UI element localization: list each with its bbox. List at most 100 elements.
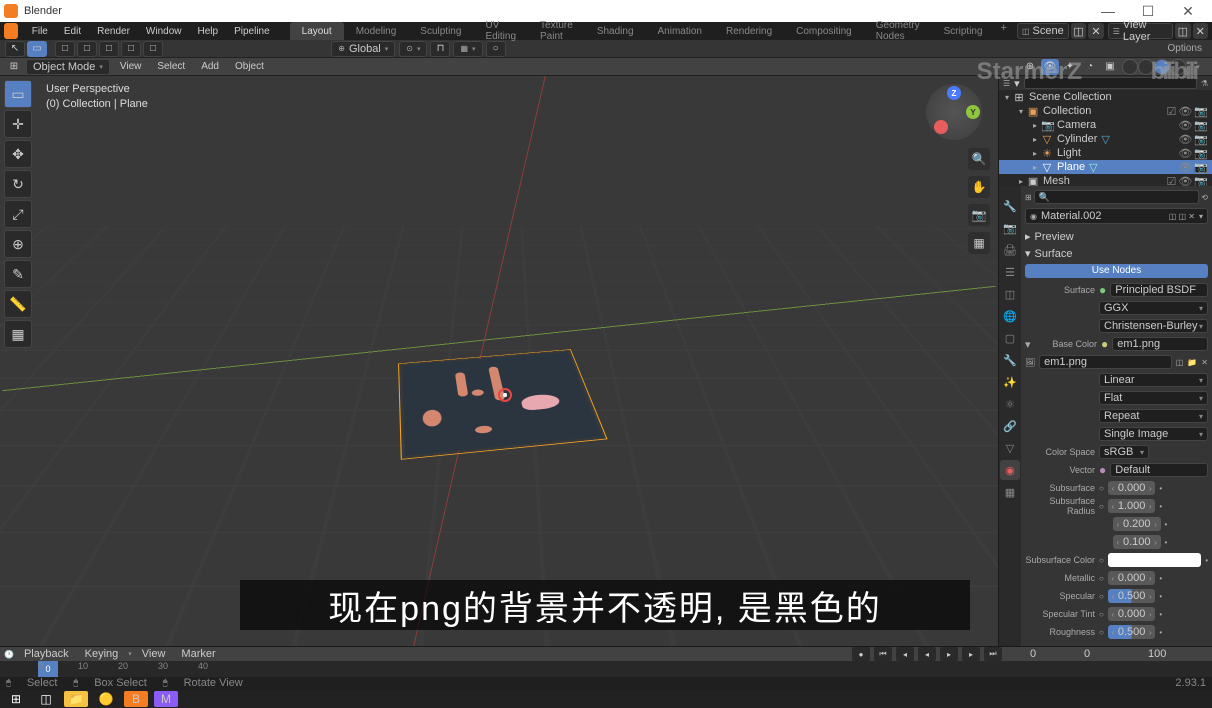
ssc-color[interactable]: [1108, 553, 1201, 567]
transform-orientation[interactable]: ⊕ Global ▾: [331, 41, 395, 57]
tab-animation[interactable]: Animation: [646, 22, 714, 40]
snap-btn-4[interactable]: □: [121, 41, 141, 57]
gizmo-x-axis[interactable]: [934, 120, 948, 134]
tab-modeling[interactable]: Modeling: [344, 22, 409, 40]
prop-tab-data[interactable]: ▽: [1000, 438, 1020, 458]
tool-rotate[interactable]: ↻: [4, 170, 32, 198]
eye-icon[interactable]: 👁: [1178, 119, 1192, 132]
taskview-button[interactable]: ◫: [34, 691, 58, 707]
explorer-icon[interactable]: 📁: [64, 691, 88, 707]
tool-move[interactable]: ✥: [4, 140, 32, 168]
jump-start-button[interactable]: ⏮: [874, 647, 892, 661]
surface-value[interactable]: Principled BSDF: [1110, 283, 1208, 297]
visibility-dropdown[interactable]: 👁: [1041, 59, 1059, 75]
tab-add-button[interactable]: +: [995, 22, 1013, 40]
tool-measure[interactable]: 📏: [4, 290, 32, 318]
menu-select[interactable]: Select: [149, 61, 193, 72]
socket-dot[interactable]: ○: [1099, 556, 1104, 565]
select-tool-icon[interactable]: ▭: [27, 41, 47, 57]
vector-value[interactable]: Default: [1110, 463, 1208, 477]
projection-field[interactable]: Flat: [1099, 391, 1208, 405]
editor-type-icon[interactable]: ⊞: [1025, 193, 1032, 202]
outliner-editor-icon[interactable]: ☰: [1003, 79, 1010, 88]
eye-icon[interactable]: 👁: [1178, 147, 1192, 160]
snap-toggle[interactable]: ⊓: [430, 41, 450, 57]
metallic-value[interactable]: ‹0.000›: [1108, 571, 1156, 585]
navigation-gizmo[interactable]: Z Y: [926, 84, 982, 140]
new-image-icon[interactable]: ◫: [1176, 358, 1184, 367]
socket-dot[interactable]: ○: [1099, 484, 1104, 493]
menu-render[interactable]: Render: [89, 26, 138, 37]
jump-prev-button[interactable]: ◂: [896, 647, 914, 661]
subsurface-value[interactable]: ‹0.000›: [1108, 481, 1156, 495]
tool-select-box[interactable]: ▭: [4, 80, 32, 108]
outliner-item-camera[interactable]: ▸📷 Camera 👁📷: [999, 118, 1212, 132]
menu-object[interactable]: Object: [227, 61, 272, 72]
node-socket-icon[interactable]: ●: [1099, 283, 1106, 297]
gizmo-z-axis[interactable]: Z: [947, 86, 961, 100]
snap-btn-2[interactable]: □: [77, 41, 97, 57]
unlink-icon[interactable]: ✕: [1201, 358, 1208, 367]
options-label[interactable]: Options: [1168, 43, 1202, 54]
viewlayer-new-button[interactable]: ◫: [1175, 23, 1190, 39]
filter-icon[interactable]: ⚗: [1201, 79, 1208, 88]
tool-add[interactable]: ▦: [4, 320, 32, 348]
zoom-icon[interactable]: 🔍: [968, 148, 990, 170]
play-reverse-button[interactable]: ◂: [918, 647, 936, 661]
eye-icon[interactable]: ☑: [1166, 105, 1176, 118]
render-icon[interactable]: 📷: [1194, 119, 1208, 132]
pin-icon[interactable]: ⟲: [1201, 193, 1208, 202]
shading-dropdown[interactable]: ▾: [1189, 59, 1207, 75]
open-image-icon[interactable]: 📁: [1187, 358, 1197, 367]
tab-layout[interactable]: Layout: [290, 22, 344, 40]
render-icon[interactable]: 📷: [1194, 147, 1208, 160]
pan-icon[interactable]: ✋: [968, 176, 990, 198]
jump-end-button[interactable]: ⏭: [984, 647, 1002, 661]
snap-btn-5[interactable]: □: [143, 41, 163, 57]
prop-tab-modifier[interactable]: 🔧: [1000, 350, 1020, 370]
autokey-button[interactable]: ●: [852, 647, 870, 661]
tool-annotate[interactable]: ✎: [4, 260, 32, 288]
prop-tab-tool[interactable]: 🔧: [1000, 196, 1020, 216]
viewlayer-selector[interactable]: ☰ View Layer: [1108, 23, 1173, 39]
ssr-value-0[interactable]: ‹1.000›: [1108, 499, 1156, 513]
prop-tab-output[interactable]: 🖨: [1000, 240, 1020, 260]
vis-icon[interactable]: ☑: [1166, 175, 1176, 187]
snap-settings[interactable]: ▦ ▾: [453, 41, 482, 57]
snap-btn-1[interactable]: □: [55, 41, 75, 57]
material-shading[interactable]: [1154, 59, 1170, 75]
timeline-menu-view[interactable]: View: [136, 648, 172, 660]
solid-shading[interactable]: [1138, 59, 1154, 75]
tool-scale[interactable]: ⤢: [4, 200, 32, 228]
outliner-search[interactable]: [1024, 77, 1197, 89]
cursor-tool-icon[interactable]: ↖: [5, 41, 25, 57]
camera-view-icon[interactable]: 📷: [968, 204, 990, 226]
outliner-item-plane[interactable]: ▸▽ Plane ▽ 👁📷: [999, 160, 1212, 174]
menu-edit[interactable]: Edit: [56, 26, 89, 37]
interaction-mode[interactable]: Object Mode ▾: [26, 59, 110, 75]
interpolation-field[interactable]: Linear: [1099, 373, 1208, 387]
blender-taskbar-icon[interactable]: B: [124, 691, 148, 707]
frame-end[interactable]: 100: [1148, 648, 1208, 660]
image-socket-icon[interactable]: ●: [1101, 337, 1108, 351]
menu-pipeline[interactable]: Pipeline: [226, 26, 278, 37]
render-icon[interactable]: 📷: [1194, 175, 1208, 187]
timeline-menu-playback[interactable]: Playback: [18, 648, 75, 660]
tab-sculpting[interactable]: Sculpting: [408, 22, 473, 40]
menu-help[interactable]: Help: [190, 26, 227, 37]
snap-btn-3[interactable]: □: [99, 41, 119, 57]
tab-scripting[interactable]: Scripting: [932, 22, 995, 40]
scene-selector[interactable]: ◫ Scene: [1017, 23, 1069, 39]
gizmo-y-axis[interactable]: Y: [966, 105, 980, 119]
eye-icon[interactable]: 👁: [1178, 133, 1192, 146]
distribution-field[interactable]: GGX: [1099, 301, 1208, 315]
prop-tab-material[interactable]: ◉: [1000, 460, 1020, 480]
prop-tab-viewlayer[interactable]: ☰: [1000, 262, 1020, 282]
socket-dot[interactable]: ○: [1099, 502, 1104, 511]
vector-socket-icon[interactable]: ●: [1099, 463, 1106, 477]
preview-section[interactable]: ▸Preview: [1025, 228, 1208, 245]
scene-delete-button[interactable]: ✕: [1088, 23, 1103, 39]
prop-tab-constraint[interactable]: 🔗: [1000, 416, 1020, 436]
basecolor-value[interactable]: em1.png: [1112, 337, 1208, 351]
image-datablock-icon[interactable]: 🖼: [1025, 358, 1035, 367]
